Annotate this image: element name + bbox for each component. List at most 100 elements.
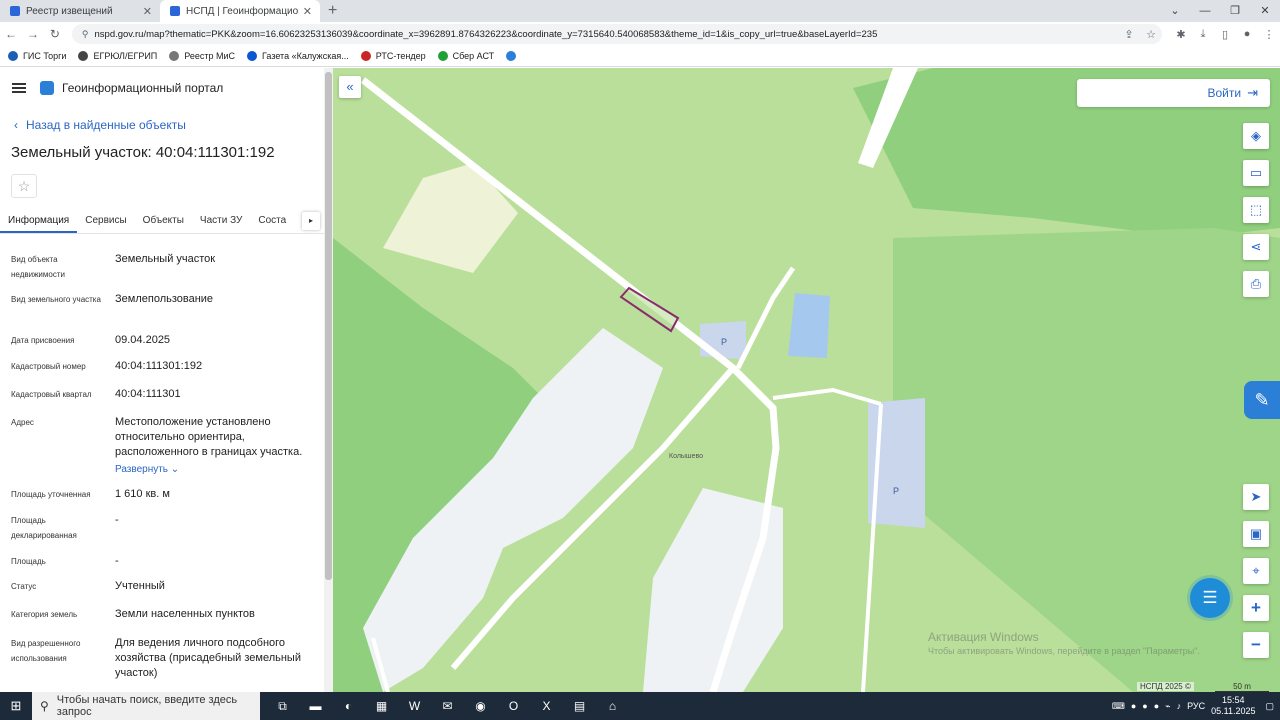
map-view[interactable]: P P Колышево « Войти ⇥ ◈ ▭ ⬚ ⋖ ⎙ ✎ ➤ ▣ ⌖… — [333, 68, 1280, 692]
reload-icon[interactable]: ↻ — [44, 27, 66, 41]
tab-information[interactable]: Информация — [0, 210, 78, 233]
side-panel-icon[interactable]: ▯ — [1214, 28, 1236, 41]
home-app-icon[interactable]: ⌂ — [596, 699, 629, 714]
map-scale: 50 m — [1215, 682, 1269, 692]
tab-list-icon[interactable]: ⌄ — [1160, 0, 1190, 22]
bookmark-favicon-icon — [8, 51, 18, 61]
feedback-button[interactable]: ✎ — [1244, 381, 1280, 419]
property-key: Кадастровый номер — [11, 362, 86, 371]
taskbar-search[interactable]: ⚲ Чтобы начать поиск, введите здесь запр… — [32, 692, 260, 720]
chat-bubble-icon: ☰ — [1202, 588, 1218, 607]
zoom-in-button[interactable]: + — [1243, 595, 1269, 621]
back-link-label: Назад в найденные объекты — [26, 118, 186, 132]
profile-avatar-icon[interactable]: ● — [1236, 28, 1258, 41]
calculator-icon[interactable]: ▤ — [563, 699, 596, 714]
outlook-icon[interactable]: O — [497, 699, 530, 714]
language-indicator[interactable]: РУС — [1187, 701, 1205, 711]
registry-favicon-icon — [10, 6, 20, 16]
new-tab-icon[interactable]: + — [328, 0, 337, 22]
portal-logo-icon — [40, 81, 54, 95]
parking-label: P — [721, 337, 728, 347]
chat-button[interactable]: ☰ — [1190, 578, 1230, 618]
restore-icon[interactable]: ❐ — [1220, 0, 1250, 22]
notifications-icon[interactable]: ▢ — [1265, 701, 1274, 712]
bookmark-reestr-mis[interactable]: Реестр МиС — [169, 51, 235, 61]
share-icon[interactable]: ⇪ — [1118, 28, 1140, 41]
tab-services[interactable]: Сервисы — [77, 210, 134, 233]
bookmark-gazeta[interactable]: Газета «Калужская... — [247, 51, 349, 61]
portal-name[interactable]: Геоинформационный портал — [62, 81, 223, 95]
tray-app-icon[interactable]: ● — [1142, 701, 1147, 711]
close-window-icon[interactable]: ✕ — [1250, 0, 1280, 22]
mail-icon[interactable]: ✉ — [431, 699, 464, 714]
map-canvas[interactable] — [333, 68, 1280, 692]
my-location-button[interactable]: ➤ — [1243, 484, 1269, 510]
clock-time: 15:54 — [1222, 695, 1245, 705]
bookmarks-bar: ГИС Торги ЕГРЮЛ/ЕГРИП Реестр МиС Газета … — [0, 46, 1280, 67]
network-icon[interactable]: ⌁ — [1165, 701, 1170, 712]
expand-address-link[interactable]: Развернуть ⌄ — [115, 462, 320, 477]
word-icon[interactable]: W — [398, 699, 431, 714]
bookmark-sber-ast[interactable]: Сбер АСТ — [437, 51, 495, 61]
panel-scrollbar[interactable] — [324, 68, 333, 692]
site-info-icon[interactable]: ⚲ — [82, 29, 89, 40]
favorite-star-icon[interactable]: ☆ — [11, 174, 37, 198]
property-value: - — [115, 514, 119, 526]
tab-parts[interactable]: Части ЗУ — [192, 210, 250, 233]
task-view-icon[interactable]: ⧉ — [266, 699, 299, 714]
bookmark-favicon-icon — [360, 51, 371, 61]
property-key: Площадь — [11, 557, 46, 566]
tray-app-icon[interactable]: ● — [1131, 701, 1136, 711]
browser-menu-icon[interactable]: ⋮ — [1258, 28, 1280, 41]
bookmark-gis-torgi[interactable]: ГИС Торги — [8, 51, 66, 61]
zoom-out-button[interactable]: − — [1243, 632, 1269, 658]
menu-icon[interactable] — [12, 83, 26, 93]
close-tab-icon[interactable]: ✕ — [303, 5, 312, 18]
browser-tab-nspd[interactable]: НСПД | Геоинформационный п ✕ — [160, 0, 320, 22]
url-field[interactable]: ⚲ nspd.gov.ru/map?thematic=PKK&zoom=16.6… — [71, 24, 1163, 44]
scrollbar-thumb[interactable] — [325, 72, 332, 580]
area-select-button[interactable]: ⬚ — [1243, 197, 1269, 223]
portal-app: Геоинформационный портал ‹ Назад в найден… — [0, 68, 1280, 692]
pond — [788, 293, 830, 358]
bookmark-label: Сбер АСТ — [452, 51, 495, 61]
share-button[interactable]: ⋖ — [1243, 234, 1269, 260]
keyboard-icon[interactable]: ⌨ — [1112, 701, 1125, 712]
chrome-icon[interactable]: ◉ — [464, 699, 497, 714]
forward-arrow-icon[interactable]: → — [22, 27, 44, 41]
ruler-button[interactable]: ▭ — [1243, 160, 1269, 186]
store-icon[interactable]: ▦ — [365, 699, 398, 714]
bookmark-label: РТС-тендер — [375, 51, 426, 61]
excel-icon[interactable]: X — [530, 699, 563, 714]
clock[interactable]: 15:54 05.11.2025 — [1211, 695, 1255, 717]
back-to-results-link[interactable]: ‹ Назад в найденные объекты — [14, 118, 194, 132]
login-button[interactable]: Войти ⇥ — [1077, 79, 1270, 107]
clock-date: 05.11.2025 — [1211, 706, 1256, 716]
windows-start-icon[interactable]: ⊞ — [0, 698, 32, 714]
edge-icon[interactable]: ◐ — [332, 699, 365, 714]
print-button[interactable]: ⎙ — [1243, 271, 1269, 297]
extensions-puzzle-icon[interactable]: ✱ — [1170, 28, 1192, 41]
tabs-scroll-right-icon[interactable]: ▸ — [302, 212, 320, 230]
tab-composition[interactable]: Соста — [250, 210, 294, 233]
minimap-button[interactable]: ▣ — [1243, 521, 1269, 547]
browser-tab-registry[interactable]: Реестр извещений ✕ — [0, 0, 160, 22]
file-explorer-icon[interactable]: ▬ — [299, 699, 332, 714]
tray-app-icon[interactable]: ● — [1154, 701, 1159, 711]
bookmark-rts-tender[interactable]: РТС-тендер — [360, 51, 426, 61]
downloads-icon[interactable]: ⤓ — [1192, 28, 1214, 41]
minimize-icon[interactable]: — — [1190, 0, 1220, 22]
close-tab-icon[interactable]: ✕ — [143, 5, 152, 18]
volume-icon[interactable]: ♪ — [1177, 701, 1182, 711]
url-text[interactable]: nspd.gov.ru/map?thematic=PKK&zoom=16.606… — [95, 29, 1119, 40]
bookmark-star-icon[interactable]: ☆ — [1140, 28, 1162, 41]
bookmark-egrul[interactable]: ЕГРЮЛ/ЕГРИП — [78, 51, 157, 61]
bookmark-label: Газета «Калужская... — [262, 51, 349, 61]
bookmark-extra[interactable] — [506, 51, 521, 61]
layers-button[interactable]: ◈ — [1243, 123, 1269, 149]
back-arrow-icon[interactable]: ← — [0, 27, 22, 41]
collapse-panel-button[interactable]: « — [339, 76, 361, 98]
tab-objects[interactable]: Объекты — [135, 210, 192, 233]
geo-search-button[interactable]: ⌖ — [1243, 558, 1269, 584]
bookmark-favicon-icon — [506, 51, 517, 61]
